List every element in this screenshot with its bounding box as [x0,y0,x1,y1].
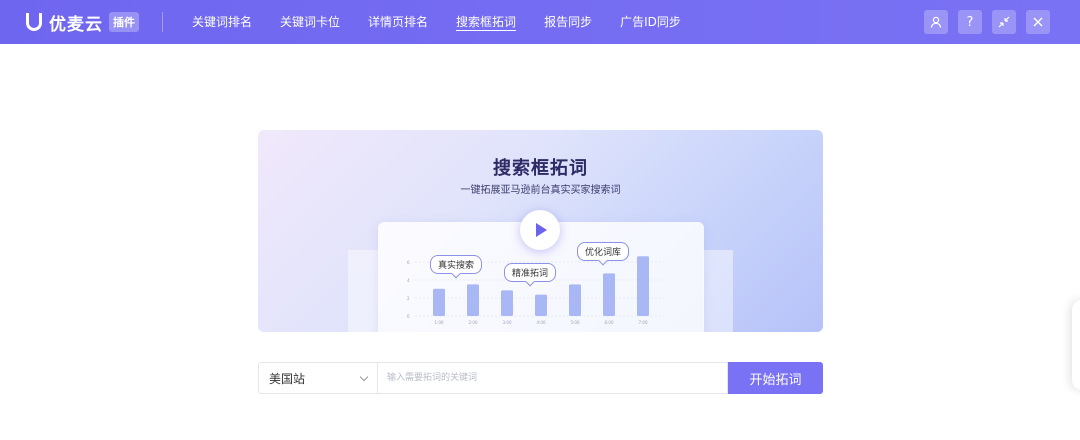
app-name: 优麦云 [49,14,103,35]
chart-x-label: 7:00 [639,320,648,325]
chart-bar [637,256,649,316]
chart-x-label: 4:00 [537,320,546,325]
chart-y-tick: 6 [407,260,410,265]
keyword-input[interactable] [377,362,728,394]
nav-detail-ranking[interactable]: 详情页排名 [368,0,428,44]
play-icon [536,223,547,237]
chevron-down-icon [359,372,369,381]
search-row: 美国站 开始拓词 [258,362,823,394]
play-video-button[interactable] [520,210,560,250]
nav-report-sync[interactable]: 报告同步 [544,0,592,44]
chart-y-tick: 0 [407,314,410,319]
banner-decoration [703,250,733,332]
start-expand-button[interactable]: 开始拓词 [728,362,823,394]
main-nav: 关键词排名 关键词卡位 详情页排名 搜索框拓词 报告同步 广告ID同步 [192,0,709,44]
nav-ad-id-sync[interactable]: 广告ID同步 [620,0,681,44]
logo[interactable]: 优麦云 插件 [26,9,139,35]
chart-y-tick: 2 [407,296,410,301]
plugin-tag: 插件 [109,12,139,32]
chart-bar [569,284,581,316]
banner-decoration [348,250,378,332]
side-panel-edge [1072,300,1080,390]
nav-keyword-ranking[interactable]: 关键词排名 [192,0,252,44]
bubble-optimize-library: 优化词库 [577,242,630,261]
help-icon[interactable]: ? [958,10,982,34]
top-bar: 优麦云 插件 关键词排名 关键词卡位 详情页排名 搜索框拓词 报告同步 广告ID… [0,0,1080,44]
shrink-icon[interactable] [992,10,1016,34]
chart-x-label: 3:00 [503,320,512,325]
toolbar: ? [914,10,1050,34]
chart-bar [433,288,445,316]
chart-y-tick: 4 [407,278,410,283]
logo-divider [162,12,163,32]
chart-bar [501,290,513,316]
nav-search-expand[interactable]: 搜索框拓词 [456,0,517,44]
chart-bar [467,284,479,316]
bubble-precise-expand: 精准拓词 [504,263,557,282]
chart-bar [535,294,547,316]
bubble-real-search: 真实搜索 [430,255,483,274]
chart-x-label: 5:00 [571,320,580,325]
chart-x-label: 2:00 [469,320,478,325]
close-icon[interactable] [1026,10,1050,34]
site-select-value: 美国站 [269,371,306,386]
chart-bar [603,273,615,316]
nav-keyword-slot[interactable]: 关键词卡位 [280,0,340,44]
chart-x-label: 6:00 [605,320,614,325]
banner-subtitle: 一键拓展亚马逊前台真实买家搜索词 [460,185,621,196]
logo-mark-icon [26,13,42,31]
user-icon[interactable] [924,10,948,34]
chart-x-label: 1:00 [435,320,444,325]
feature-banner: 搜索框拓词 一键拓展亚马逊前台真实买家搜索词 6 4 2 0 1:00 2:00 3:00 4… [258,130,823,332]
banner-title: 搜索框拓词 [493,158,588,179]
site-select[interactable]: 美国站 [258,362,377,394]
